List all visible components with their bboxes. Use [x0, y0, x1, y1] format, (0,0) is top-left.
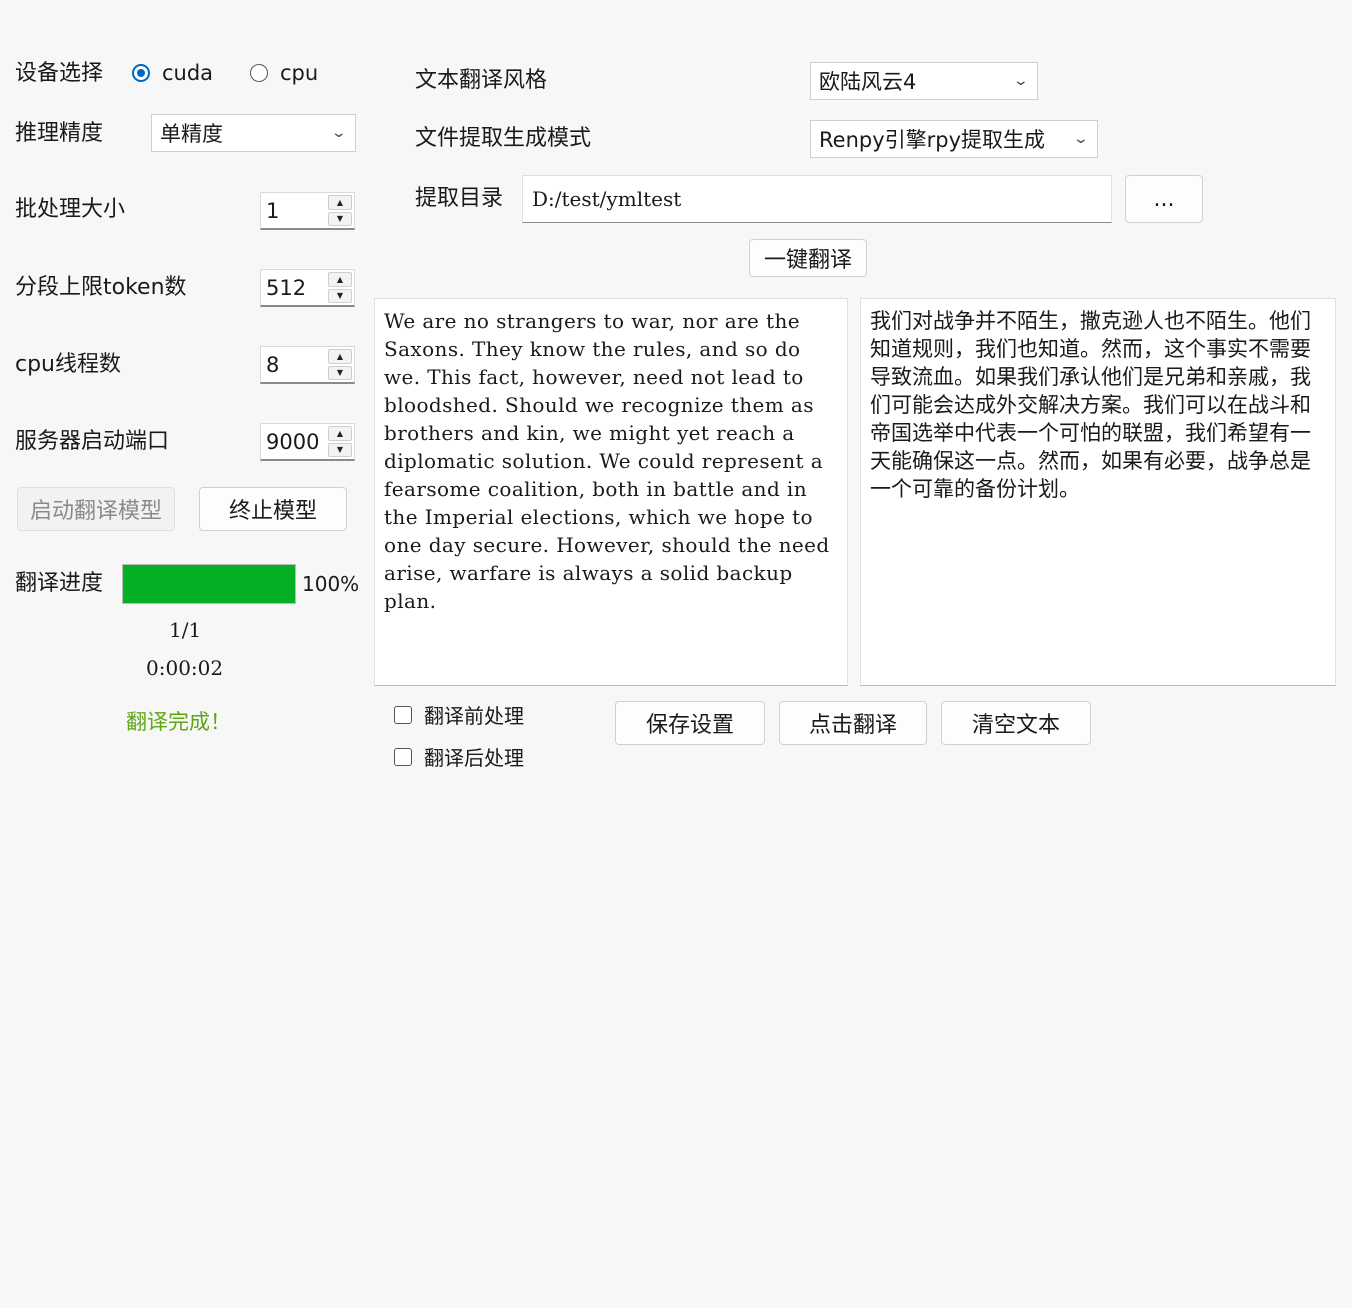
stop-model-button[interactable]: 终止模型: [199, 487, 347, 531]
precision-select[interactable]: 单精度 ⌄: [151, 114, 356, 152]
pre-process-label: 翻译前处理: [424, 704, 524, 728]
extract-mode-select[interactable]: Renpy引擎rpy提取生成 ⌄: [810, 120, 1098, 158]
style-label: 文本翻译风格: [415, 68, 548, 93]
radio-unchecked-icon: [250, 64, 268, 82]
elapsed-time: 0:00:02: [146, 656, 224, 680]
post-process-checkbox[interactable]: 翻译后处理: [394, 742, 524, 771]
translate-button[interactable]: 点击翻译: [779, 701, 927, 745]
progress-percent: 100%: [302, 572, 360, 596]
token-limit-value: 512: [266, 275, 307, 300]
post-process-label: 翻译后处理: [424, 746, 524, 770]
style-select[interactable]: 欧陆风云4 ⌄: [810, 62, 1038, 100]
batch-size-spinbox[interactable]: 1 ▲ ▼: [260, 192, 355, 230]
spin-down-icon[interactable]: ▼: [328, 365, 352, 380]
clear-text-button[interactable]: 清空文本: [941, 701, 1091, 745]
device-label: 设备选择: [15, 61, 104, 86]
extract-dir-label: 提取目录: [415, 186, 504, 211]
precision-value: 单精度: [160, 122, 223, 146]
server-port-label: 服务器启动端口: [15, 429, 170, 454]
radio-checked-icon: [132, 64, 150, 82]
one-click-translate-button[interactable]: 一键翻译: [749, 239, 867, 277]
status-text: 翻译完成！: [126, 710, 231, 734]
chevron-down-icon: ⌄: [1072, 131, 1090, 147]
precision-label: 推理精度: [15, 121, 104, 146]
progress-count: 1/1: [169, 618, 202, 642]
radio-cpu[interactable]: cpu: [250, 61, 318, 85]
batch-size-value: 1: [266, 198, 280, 223]
spin-down-icon[interactable]: ▼: [328, 442, 352, 457]
spin-up-icon[interactable]: ▲: [328, 349, 352, 364]
target-text-area[interactable]: 我们对战争并不陌生，撒克逊人也不陌生。他们知道规则，我们也知道。然而，这个事实不…: [860, 298, 1336, 686]
radio-cuda-label: cuda: [162, 61, 214, 85]
browse-button[interactable]: ...: [1125, 175, 1203, 223]
spin-down-icon[interactable]: ▼: [328, 211, 352, 226]
batch-size-label: 批处理大小: [15, 197, 126, 222]
spin-up-icon[interactable]: ▲: [328, 272, 352, 287]
source-text-area[interactable]: We are no strangers to war, nor are the …: [374, 298, 848, 686]
chevron-down-icon: ⌄: [1012, 73, 1030, 89]
server-port-spinbox[interactable]: 9000 ▲ ▼: [260, 423, 355, 461]
extract-dir-input[interactable]: D:/test/ymltest: [522, 175, 1112, 223]
spin-up-icon[interactable]: ▲: [328, 195, 352, 210]
cpu-threads-spinbox[interactable]: 8 ▲ ▼: [260, 346, 355, 384]
radio-cuda[interactable]: cuda: [132, 61, 213, 85]
checkbox-unchecked-icon: [394, 747, 412, 766]
extract-mode-label: 文件提取生成模式: [415, 126, 592, 151]
save-settings-button[interactable]: 保存设置: [615, 701, 765, 745]
cpu-threads-label: cpu线程数: [15, 352, 122, 377]
pre-process-checkbox[interactable]: 翻译前处理: [394, 700, 524, 729]
radio-cpu-label: cpu: [280, 61, 319, 85]
progress-bar: [122, 564, 296, 604]
server-port-value: 9000: [266, 429, 320, 454]
style-value: 欧陆风云4: [819, 70, 917, 94]
spin-down-icon[interactable]: ▼: [328, 288, 352, 303]
extract-mode-value: Renpy引擎rpy提取生成: [819, 128, 1046, 152]
progress-label: 翻译进度: [15, 571, 104, 596]
spin-up-icon[interactable]: ▲: [328, 426, 352, 441]
cpu-threads-value: 8: [266, 352, 280, 377]
chevron-down-icon: ⌄: [330, 125, 348, 141]
token-limit-label: 分段上限token数: [15, 275, 187, 300]
checkbox-unchecked-icon: [394, 705, 412, 724]
token-limit-spinbox[interactable]: 512 ▲ ▼: [260, 269, 355, 307]
progress-fill: [123, 565, 295, 603]
start-model-button[interactable]: 启动翻译模型: [17, 487, 175, 531]
